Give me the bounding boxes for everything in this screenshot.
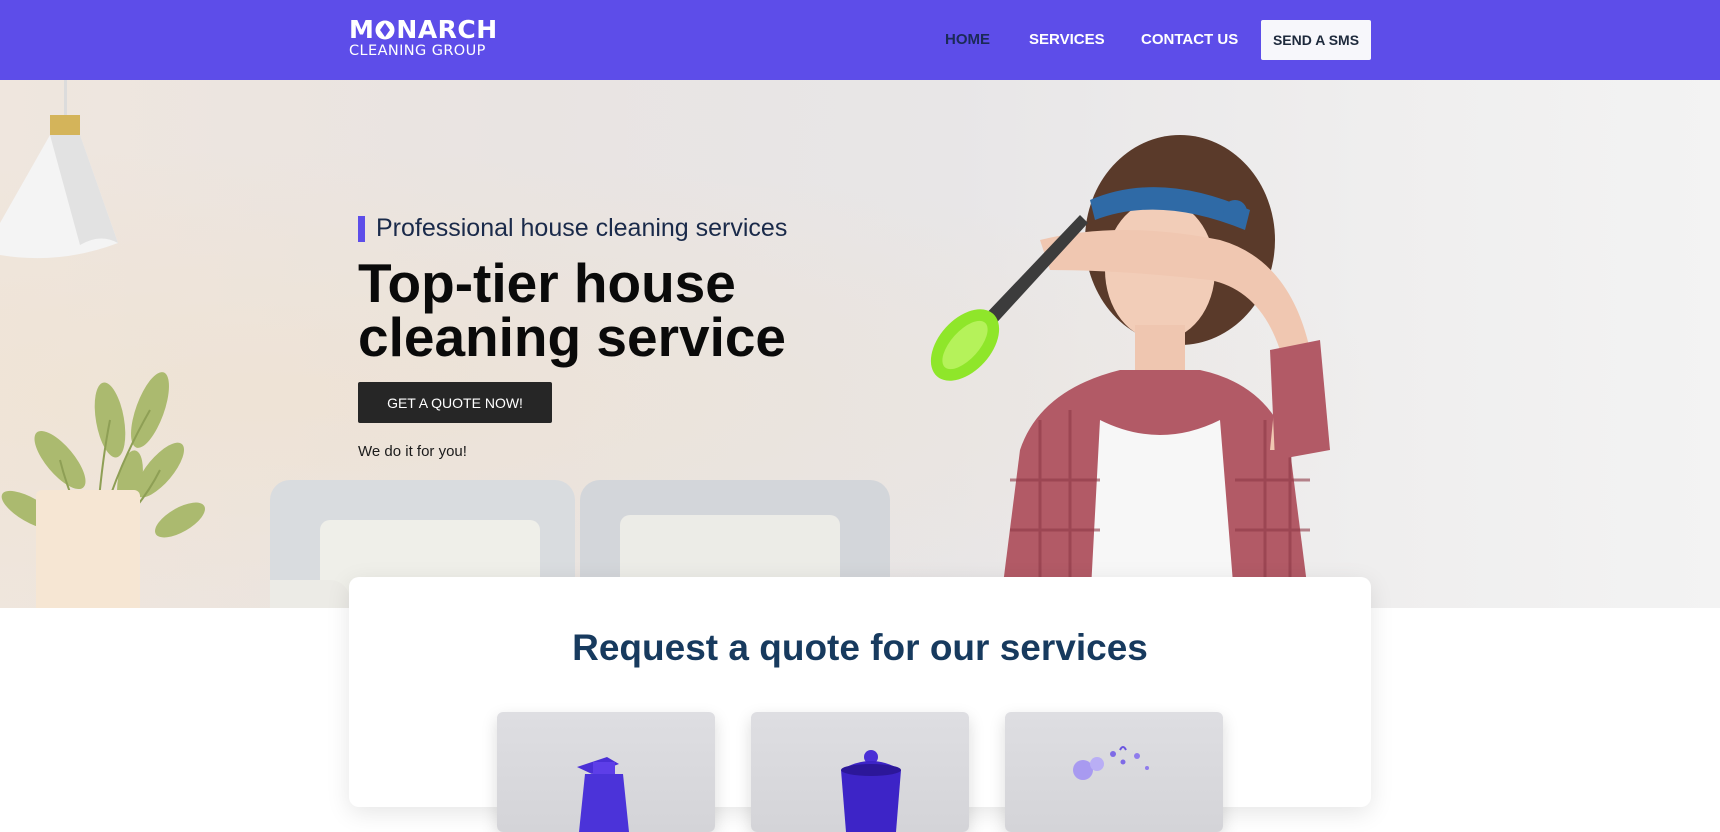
quote-section-title: Request a quote for our services: [572, 627, 1148, 668]
logo-subtitle: CLEANING GROUP: [349, 43, 486, 59]
hero-section: Professional house cleaning services Top…: [0, 80, 1720, 608]
spray-bottle-icon: [577, 757, 629, 832]
pendant-lamp-illustration: [0, 115, 118, 259]
quote-request-card: Request a quote for our services: [349, 577, 1371, 832]
logo[interactable]: M NARCH CLEANING GROUP: [349, 17, 498, 60]
hero-tagline: We do it for you!: [358, 443, 467, 460]
bucket-icon: [841, 750, 901, 832]
bubbles-icon: [1073, 746, 1149, 780]
send-sms-button[interactable]: SEND A SMS: [1261, 20, 1371, 60]
service-card-bucket[interactable]: [751, 712, 969, 832]
hero-title: Top-tier house cleaning service: [358, 252, 918, 368]
nav-services[interactable]: SERVICES: [1029, 31, 1105, 48]
hero-eyebrow: Professional house cleaning services: [358, 214, 787, 243]
site-header: M NARCH CLEANING GROUP HOME SERVICES CON…: [0, 0, 1720, 80]
service-card-spray[interactable]: [497, 712, 715, 832]
service-card-bubbles[interactable]: [1005, 712, 1223, 832]
woman-with-brush-illustration: [930, 135, 1330, 608]
get-quote-button[interactable]: GET A QUOTE NOW!: [358, 382, 552, 423]
nav-contact-us[interactable]: CONTACT US: [1141, 31, 1238, 48]
logo-text-start: M: [349, 15, 375, 44]
hero-title-line1: Top-tier house: [358, 252, 736, 314]
vase-illustration: [36, 490, 140, 608]
accent-bar: [358, 215, 365, 242]
lamp-cord: [64, 80, 67, 120]
hero-eyebrow-text: Professional house cleaning services: [376, 214, 788, 242]
nav-home[interactable]: HOME: [945, 31, 990, 48]
logo-text-end: NARCH: [396, 15, 498, 44]
hero-title-line2: cleaning service: [358, 306, 787, 368]
logo-wordmark: M NARCH: [349, 17, 498, 43]
logo-diamond-icon: [375, 20, 395, 40]
